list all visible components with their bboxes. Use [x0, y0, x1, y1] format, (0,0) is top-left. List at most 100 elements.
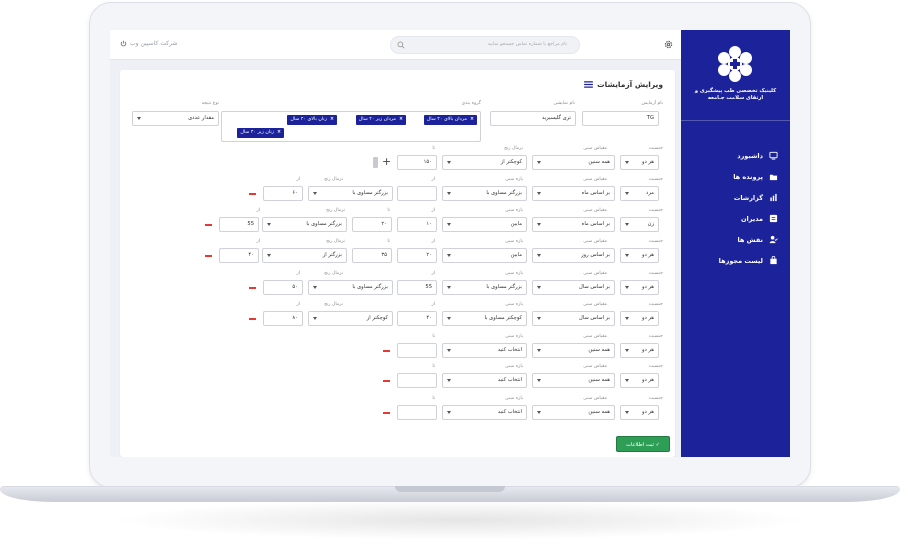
to-input[interactable]: ۳۵ [352, 248, 392, 263]
group-tag[interactable]: ×زنان زیر ۴۰ سال [237, 128, 284, 138]
compare-select[interactable]: انتخاب کنید [442, 373, 527, 388]
sidebar-item-dashboard[interactable]: داشبورد [681, 145, 790, 166]
drag-handle-icon[interactable] [373, 157, 378, 168]
submit-button[interactable]: ✓ ثبت اطلاعات [616, 436, 670, 452]
from-label: از [431, 239, 436, 244]
compare-select[interactable]: مابین [442, 217, 527, 232]
compare-select[interactable]: کوچکتر از [442, 155, 527, 170]
value-input[interactable]: 55 [397, 280, 437, 295]
gender-label: جنسیت [648, 239, 663, 244]
normal-compare-select[interactable]: بزرگتر مساوی با [308, 280, 393, 295]
group-tag-label: زنان بالای ۴۰ سال [290, 117, 327, 122]
remove-tag-icon[interactable]: × [470, 117, 474, 122]
compare-select[interactable]: انتخاب کنید [442, 405, 527, 420]
remove-row-icon[interactable] [383, 350, 390, 352]
display-name-input[interactable]: تری گلیسیرید [490, 111, 576, 126]
age-scale-label: مقیاس سنی [583, 271, 607, 276]
compare-select[interactable]: مابین [442, 248, 527, 263]
normal-value-input[interactable]: 55 [219, 217, 259, 232]
normal-compare-select[interactable]: کوچکتر از [308, 311, 393, 326]
age-scale-label: مقیاس سنی [583, 208, 607, 213]
submit-label: ثبت اطلاعات [626, 442, 654, 448]
power-icon[interactable] [120, 40, 127, 47]
gender-select[interactable]: هر دو [620, 405, 659, 420]
gender-select[interactable]: زن [620, 217, 659, 232]
gender-select[interactable]: مرد [620, 186, 659, 201]
value-input[interactable] [397, 373, 437, 388]
gender-label: جنسیت [648, 302, 663, 307]
from-label: از [431, 302, 436, 307]
add-row-icon[interactable]: + [382, 156, 391, 167]
gear-icon[interactable] [664, 40, 673, 49]
age-scale-select[interactable]: بر اساس ماه [532, 186, 615, 201]
value-input[interactable] [397, 186, 437, 201]
from-input[interactable]: ۲۰ [397, 248, 437, 263]
value-input[interactable]: ۴۰ [397, 311, 437, 326]
sidebar-item-managers[interactable]: مدیران [681, 208, 790, 229]
test-name-input[interactable]: TG [582, 111, 659, 126]
sidebar-item-files[interactable]: پرونده ها [681, 166, 790, 187]
value-input[interactable]: ۱۵۰ [397, 155, 437, 170]
laptop-notch [395, 486, 505, 492]
group-tag[interactable]: ×مردان زیر ۴۰ سال [355, 115, 406, 125]
normal-value-input[interactable]: ۶۰ [263, 186, 303, 201]
compare-select[interactable]: بزرگتر مساوی با [442, 280, 527, 295]
normal-value-input[interactable]: ۴۰ [219, 248, 259, 263]
group-tag[interactable]: ×مردان بالای ۴۰ سال [423, 115, 477, 125]
app-screen: شرکت کاسپین وب نام مراجع یا شماره تماس ج… [110, 30, 790, 457]
normal-value-input[interactable]: ۸۰ [263, 311, 303, 326]
age-scale-select[interactable]: بر اساس سال [532, 311, 615, 326]
age-scale-select[interactable]: همه سنین [532, 373, 615, 388]
to-input[interactable]: ۲۰ [352, 217, 392, 232]
remove-tag-icon[interactable]: × [277, 130, 281, 135]
permissions-icon [769, 256, 778, 265]
value-input[interactable] [397, 405, 437, 420]
remove-tag-icon[interactable]: × [399, 117, 403, 122]
gender-select[interactable]: هر دو [620, 280, 659, 295]
gender-label: جنسیت [648, 146, 663, 151]
to-label: تا [432, 334, 435, 339]
sidebar-item-label: نقش ها [737, 235, 763, 244]
age-scale-select[interactable]: بر اساس روز [532, 248, 615, 263]
normal-compare-select[interactable]: بزرگتر از [262, 248, 347, 263]
gender-select[interactable]: هر دو [620, 311, 659, 326]
remove-row-icon[interactable] [383, 380, 390, 382]
age-scale-label: مقیاس سنی [583, 396, 607, 401]
remove-row-icon[interactable] [249, 318, 256, 320]
remove-row-icon[interactable] [249, 193, 256, 195]
compare-select[interactable]: کوچکتر مساوی با [442, 311, 527, 326]
normal-compare-select[interactable]: بزرگتر مساوی با [262, 217, 347, 232]
age-scale-select[interactable]: همه سنین [532, 343, 615, 358]
gender-select[interactable]: هر دو [620, 343, 659, 358]
gender-select[interactable]: هر دو [620, 155, 659, 170]
age-scale-select[interactable]: همه سنین [532, 155, 615, 170]
remove-tag-icon[interactable]: × [330, 117, 334, 122]
age-scale-select[interactable]: همه سنین [532, 405, 615, 420]
value-input[interactable] [397, 343, 437, 358]
to-label: تا [387, 239, 390, 244]
search-input[interactable]: نام مراجع یا شماره تماس جستجو نمایید [390, 36, 580, 54]
group-tag[interactable]: ×زنان بالای ۴۰ سال [287, 115, 337, 125]
remove-row-icon[interactable] [205, 224, 212, 226]
compare-select[interactable]: بزرگتر مساوی با [442, 186, 527, 201]
age-scale-label: مقیاس سنی [583, 177, 607, 182]
group-multiselect[interactable]: ×مردان بالای ۴۰ سال ×مردان زیر ۴۰ سال ×ز… [221, 111, 481, 142]
from-input[interactable]: ۱۰ [397, 217, 437, 232]
age-scale-select[interactable]: بر اساس ماه [532, 217, 615, 232]
to-label: تا [432, 364, 435, 369]
remove-row-icon[interactable] [249, 287, 256, 289]
gender-select[interactable]: هر دو [620, 248, 659, 263]
sidebar-item-reports[interactable]: گزارشات [681, 187, 790, 208]
normal-compare-select[interactable]: بزرگتر مساوی با [308, 186, 393, 201]
remove-row-icon[interactable] [383, 412, 390, 414]
result-type-select[interactable]: مقدار عددی [132, 111, 219, 126]
gender-select[interactable]: هر دو [620, 373, 659, 388]
age-range-label: بازه سنی [505, 334, 523, 339]
to-label: تا [387, 208, 390, 213]
normal-value-input[interactable]: ۵۰ [263, 280, 303, 295]
sidebar-item-permissions[interactable]: لیست مجوزها [681, 250, 790, 271]
sidebar-item-roles[interactable]: نقش ها [681, 229, 790, 250]
remove-row-icon[interactable] [205, 255, 212, 257]
age-scale-select[interactable]: بر اساس سال [532, 280, 615, 295]
compare-select[interactable]: انتخاب کنید [442, 343, 527, 358]
